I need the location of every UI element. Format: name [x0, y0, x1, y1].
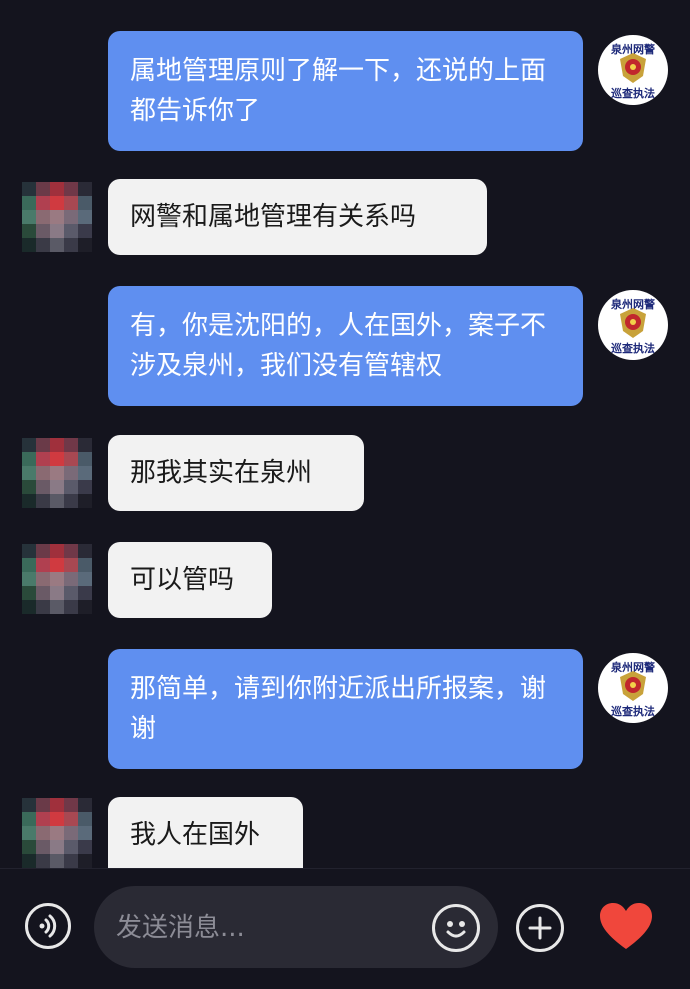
avatar-label-bottom: 巡查执法	[611, 342, 655, 355]
police-emblem-icon	[620, 53, 646, 83]
chat-message-list[interactable]: 属地管理原则了解一下，还说的上面都告诉你了 泉州网警 巡查执法 网警和属地管理有…	[0, 0, 690, 868]
outgoing-message-bubble[interactable]: 那简单，请到你附近派出所报案，谢谢	[108, 649, 583, 769]
user-avatar[interactable]	[22, 798, 92, 868]
avatar-label-bottom: 巡查执法	[611, 87, 655, 100]
police-avatar[interactable]: 泉州网警 巡查执法	[598, 35, 668, 105]
outgoing-message-bubble[interactable]: 有，你是沈阳的，人在国外，案子不涉及泉州，我们没有管辖权	[108, 286, 583, 406]
message-text: 那简单，请到你附近派出所报案，谢谢	[130, 674, 547, 744]
like-button[interactable]	[598, 902, 654, 956]
message-input-placeholder: 发送消息...	[116, 913, 245, 943]
message-text: 我人在国外	[130, 820, 261, 850]
emoji-icon	[446, 921, 466, 938]
police-avatar[interactable]: 泉州网警 巡查执法	[598, 290, 668, 360]
incoming-message-bubble[interactable]: 那我其实在泉州	[108, 435, 364, 511]
voice-icon	[39, 914, 57, 938]
avatar-label-bottom: 巡查执法	[611, 705, 655, 718]
emoji-button[interactable]	[432, 904, 480, 952]
user-avatar[interactable]	[22, 544, 92, 616]
message-text: 可以管吗	[130, 565, 235, 595]
user-avatar[interactable]	[22, 438, 92, 510]
incoming-message-bubble[interactable]: 我人在国外	[108, 797, 303, 868]
message-text: 有，你是沈阳的，人在国外，案子不涉及泉州，我们没有管辖权	[130, 311, 547, 381]
voice-button[interactable]	[25, 903, 71, 949]
plus-icon	[528, 916, 552, 940]
message-text: 网警和属地管理有关系吗	[130, 202, 417, 232]
police-avatar[interactable]: 泉州网警 巡查执法	[598, 653, 668, 723]
outgoing-message-bubble[interactable]: 属地管理原则了解一下，还说的上面都告诉你了	[108, 31, 583, 151]
user-avatar[interactable]	[22, 182, 92, 254]
heart-icon	[600, 903, 652, 949]
more-options-button[interactable]	[516, 904, 564, 952]
police-emblem-icon	[620, 308, 646, 338]
police-emblem-icon	[620, 671, 646, 701]
message-text: 那我其实在泉州	[130, 458, 313, 488]
incoming-message-bubble[interactable]: 可以管吗	[108, 542, 272, 618]
message-text: 属地管理原则了解一下，还说的上面都告诉你了	[130, 56, 547, 126]
incoming-message-bubble[interactable]: 网警和属地管理有关系吗	[108, 179, 487, 255]
